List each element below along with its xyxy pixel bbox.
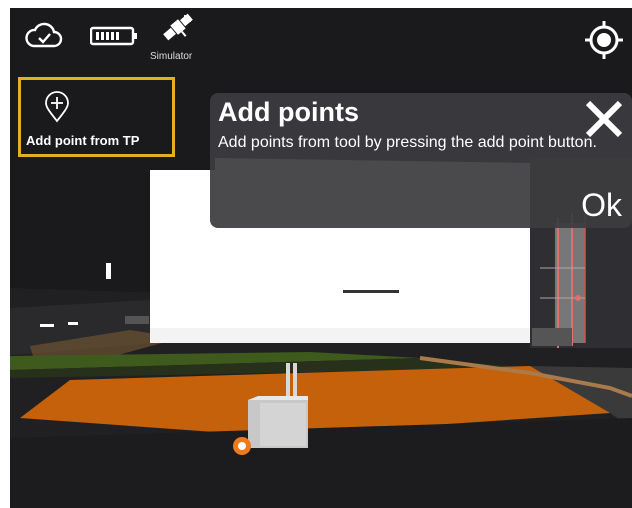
add-location-icon (45, 91, 69, 123)
ar-viewport[interactable]: Simulator Add point from TP Add points A… (10, 8, 632, 508)
dialog-message: Add points from tool by pressing the add… (218, 134, 597, 151)
close-icon[interactable] (584, 99, 624, 139)
ok-button[interactable]: Ok (581, 189, 622, 221)
add-point-from-tp-button[interactable]: Add point from TP (18, 77, 175, 157)
satellite-icon[interactable] (160, 10, 196, 44)
add-points-dialog: Add points Add points from tool by press… (210, 93, 632, 228)
locate-target-icon[interactable] (584, 20, 624, 60)
add-point-label: Add point from TP (26, 133, 140, 148)
dialog-title: Add points (218, 97, 359, 127)
simulator-label: Simulator (150, 51, 193, 62)
cloud-sync-icon[interactable] (24, 18, 64, 52)
battery-icon (90, 26, 137, 46)
